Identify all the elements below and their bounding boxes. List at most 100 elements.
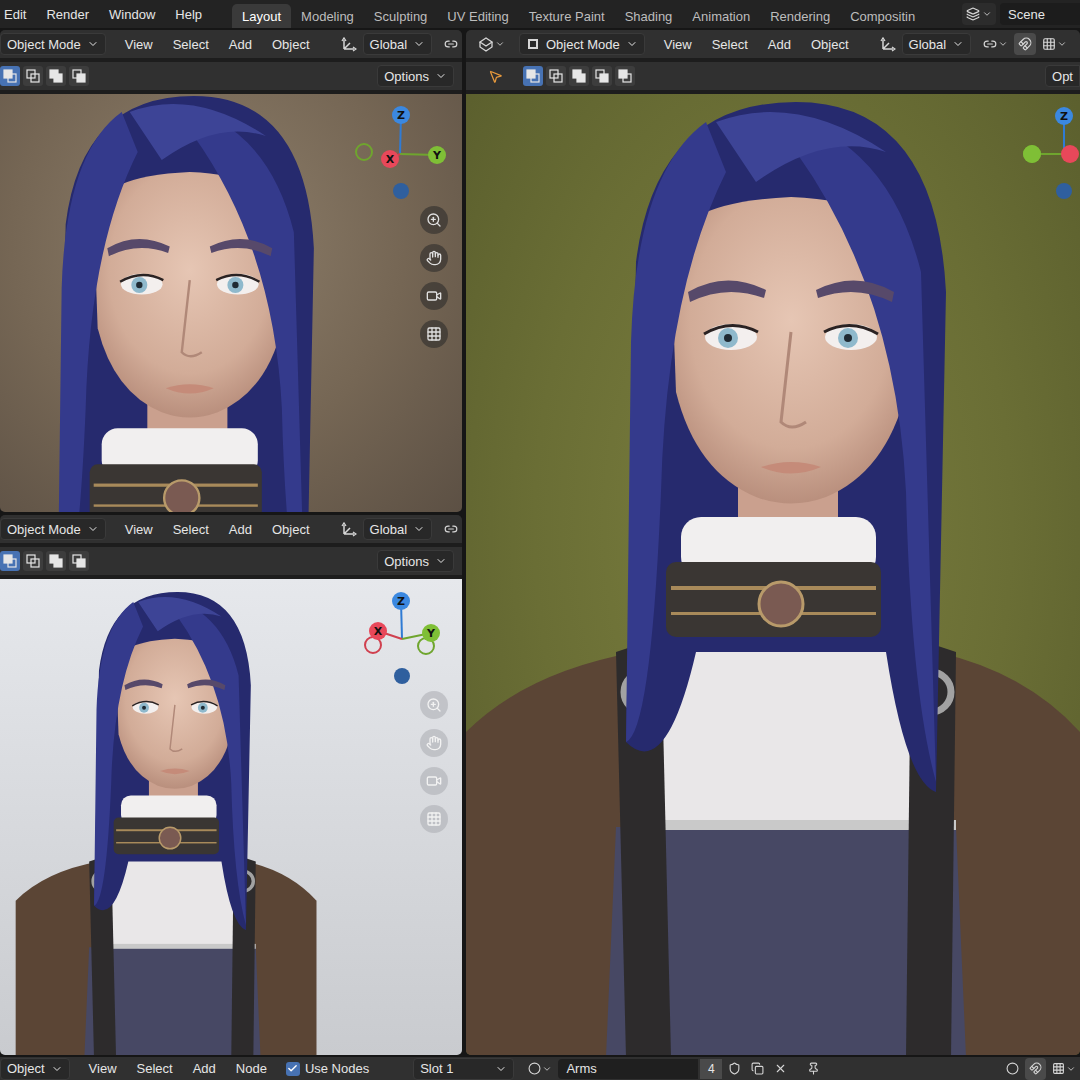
- header-menu[interactable]: Object: [263, 522, 319, 537]
- ortho-button[interactable]: [420, 320, 448, 348]
- orientation-dropdown[interactable]: Global: [363, 518, 433, 540]
- use-nodes-checkbox[interactable]: [286, 1062, 300, 1076]
- select-mode-button[interactable]: [592, 66, 612, 86]
- z-axis[interactable]: Z: [392, 106, 410, 124]
- fake-user-button[interactable]: [724, 1058, 745, 1080]
- select-mode-button[interactable]: [23, 66, 43, 86]
- header-menu[interactable]: Node: [227, 1061, 276, 1076]
- negative-z-axis-icon[interactable]: [1056, 183, 1072, 199]
- select-mode-button[interactable]: [615, 66, 635, 86]
- viewport-canvas[interactable]: Z: [466, 94, 1080, 1055]
- workspace-tab[interactable]: Rendering: [760, 4, 840, 28]
- mode-dropdown[interactable]: Object Mode: [0, 518, 106, 540]
- ortho-button[interactable]: [420, 805, 448, 833]
- options-dropdown[interactable]: Options: [377, 65, 454, 87]
- header-menu[interactable]: View: [80, 1061, 126, 1076]
- select-tool-button[interactable]: [484, 65, 506, 87]
- select-mode-button[interactable]: [0, 66, 20, 86]
- material-browse-button[interactable]: [524, 1058, 556, 1080]
- snap-button[interactable]: [1014, 33, 1036, 55]
- node-snap-target-button[interactable]: [1048, 1058, 1080, 1080]
- scene-field[interactable]: Scene: [1000, 3, 1080, 25]
- header-menu[interactable]: Add: [184, 1061, 225, 1076]
- editor-type-button[interactable]: [474, 33, 509, 55]
- header-menu[interactable]: Object: [802, 37, 858, 52]
- node-mode-dropdown[interactable]: Object: [0, 1058, 70, 1080]
- z-axis[interactable]: Z: [1055, 107, 1073, 125]
- mode-dropdown[interactable]: Object Mode: [519, 33, 645, 55]
- select-mode-button[interactable]: [23, 551, 43, 571]
- select-mode-button[interactable]: [546, 66, 566, 86]
- x-axis[interactable]: X: [381, 150, 399, 168]
- zoom-button[interactable]: [420, 691, 448, 719]
- unlink-material-button[interactable]: [770, 1058, 791, 1080]
- header-menu[interactable]: Select: [164, 37, 218, 52]
- header-menu[interactable]: Add: [220, 522, 261, 537]
- header-menu[interactable]: Select: [164, 522, 218, 537]
- negative-z-axis-icon[interactable]: [393, 183, 409, 199]
- orientation-button[interactable]: [876, 33, 900, 55]
- header-menu[interactable]: Select: [128, 1061, 182, 1076]
- z-axis[interactable]: Z: [392, 592, 410, 610]
- camera-button[interactable]: [420, 767, 448, 795]
- header-menu[interactable]: Object: [263, 37, 319, 52]
- options-dropdown[interactable]: Opt: [1045, 65, 1080, 87]
- viewport-canvas[interactable]: Y XZ: [0, 579, 462, 1055]
- pin-button[interactable]: [803, 1058, 824, 1080]
- workspace-tab[interactable]: UV Editing: [437, 4, 518, 28]
- y-axis[interactable]: Y: [422, 624, 440, 642]
- mode-dropdown[interactable]: Object Mode: [0, 33, 106, 55]
- x-axis[interactable]: [1061, 145, 1079, 163]
- slot-dropdown[interactable]: Slot 1: [413, 1058, 514, 1080]
- navigation-gizmo[interactable]: Y XZ: [352, 587, 452, 687]
- zoom-button[interactable]: [420, 206, 448, 234]
- viewport-canvas[interactable]: Y X Z: [0, 94, 462, 512]
- pivot-button[interactable]: [440, 33, 462, 55]
- pivot-button[interactable]: [979, 33, 1012, 55]
- negative-axis-icon[interactable]: [1024, 146, 1040, 162]
- node-snap-button[interactable]: [1025, 1058, 1046, 1080]
- navigation-gizmo[interactable]: Z: [980, 102, 1080, 202]
- header-menu[interactable]: View: [116, 37, 162, 52]
- header-menu[interactable]: View: [116, 522, 162, 537]
- workspace-tab[interactable]: Layout: [232, 4, 291, 28]
- pan-button[interactable]: [420, 729, 448, 757]
- select-mode-button[interactable]: [569, 66, 589, 86]
- orientation-dropdown[interactable]: Global: [902, 33, 972, 55]
- select-mode-button[interactable]: [523, 66, 543, 86]
- header-menu[interactable]: Add: [220, 37, 261, 52]
- workspace-tab[interactable]: Compositin: [840, 4, 925, 28]
- snap-target-button[interactable]: [1038, 33, 1071, 55]
- scene-selector[interactable]: [962, 3, 996, 25]
- select-mode-button[interactable]: [0, 551, 20, 571]
- select-mode-button[interactable]: [46, 551, 66, 571]
- navigation-gizmo[interactable]: Y X Z: [352, 102, 452, 202]
- use-nodes-toggle[interactable]: Use Nodes: [286, 1061, 369, 1076]
- top-menu-item[interactable]: Edit: [0, 7, 34, 22]
- workspace-tab[interactable]: Shading: [615, 4, 683, 28]
- top-menu-item[interactable]: Help: [171, 7, 210, 22]
- x-axis[interactable]: X: [369, 622, 387, 640]
- orientation-dropdown[interactable]: Global: [363, 33, 433, 55]
- material-name-field[interactable]: Arms: [558, 1059, 698, 1079]
- top-menu-item[interactable]: Render: [42, 7, 97, 22]
- orientation-button[interactable]: [337, 33, 361, 55]
- select-mode-button[interactable]: [69, 551, 89, 571]
- negative-axis-icon[interactable]: [356, 144, 372, 160]
- overlay-button[interactable]: [1002, 1058, 1023, 1080]
- select-mode-button[interactable]: [46, 66, 66, 86]
- workspace-tab[interactable]: Modeling: [291, 4, 364, 28]
- header-menu[interactable]: View: [655, 37, 701, 52]
- options-dropdown[interactable]: Options: [377, 550, 454, 572]
- orientation-button[interactable]: [337, 518, 361, 540]
- y-axis[interactable]: Y: [428, 146, 446, 164]
- y-axis[interactable]: [1023, 145, 1041, 163]
- duplicate-material-button[interactable]: [747, 1058, 768, 1080]
- pivot-button[interactable]: [440, 518, 462, 540]
- material-users-count[interactable]: 4: [700, 1059, 722, 1079]
- workspace-tab[interactable]: Animation: [682, 4, 760, 28]
- workspace-tab[interactable]: Texture Paint: [519, 4, 615, 28]
- top-menu-item[interactable]: Window: [105, 7, 163, 22]
- negative-z-axis-icon[interactable]: [394, 668, 410, 684]
- camera-button[interactable]: [420, 282, 448, 310]
